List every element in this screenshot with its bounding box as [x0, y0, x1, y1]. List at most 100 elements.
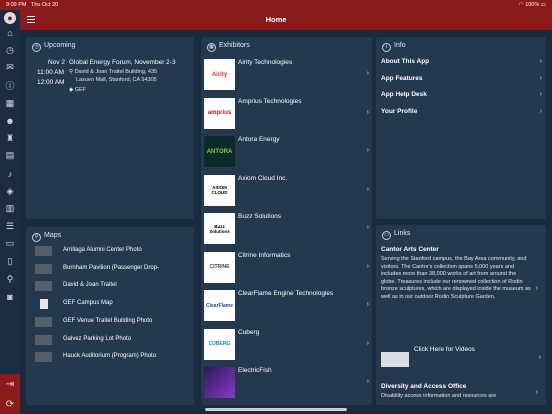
exhibitor-item[interactable]: ClearFlame ClearFlame Engine Technologies… [201, 288, 372, 327]
exhibitor-item[interactable]: AXIOM CLOUD Axiom Cloud Inc. › [201, 173, 372, 212]
map-item[interactable]: Galvez Parking Lot Photo› [32, 332, 194, 350]
exhibitor-logo: CITRINE [204, 251, 235, 283]
info-item-help[interactable]: App Help Desk › [376, 88, 546, 105]
exhibitor-icon: ▦ [207, 43, 216, 52]
upcoming-card: ◷ Upcoming Nov 2 Global Energy Forum, Nov… [26, 37, 194, 219]
map-thumbnail [35, 316, 52, 327]
chevron-right-icon: › [366, 70, 369, 77]
map-thumbnail [35, 334, 52, 345]
exhibitor-item[interactable]: CITRINE Citrine Informatics › [201, 250, 372, 289]
exhibitor-item[interactable]: Airity Airity Technologies › [201, 57, 372, 96]
chevron-right-icon: › [535, 389, 538, 396]
chat-icon[interactable]: ▭ [0, 235, 20, 253]
document-icon[interactable]: ▯ [0, 253, 20, 271]
upcoming-end-time: 12:00 AM [37, 79, 65, 86]
exhibitor-logo: Airity [204, 59, 235, 90]
videos-label: Click Here for Videos [414, 346, 475, 353]
exhibitor-logo [204, 367, 235, 398]
cantor-description: Serving the Stanford campus, the Bay Are… [381, 256, 531, 300]
refresh-icon[interactable]: ⟳ [0, 394, 20, 414]
exhibitor-item[interactable]: ElectricFish › [201, 365, 372, 404]
upcoming-location: ⚲ David & Joan Traitel Building, 435 [69, 69, 158, 75]
people-icon[interactable]: ☻ [0, 112, 20, 130]
maps-card: ⚲Maps Arrillaga Alumni Center Photo› Bur… [26, 227, 194, 405]
map-item[interactable]: GEF Campus Map› [32, 296, 194, 314]
exhibitor-item[interactable]: Buzz Solutions Buzz Solutions › [201, 211, 372, 250]
chevron-right-icon: › [539, 58, 542, 65]
status-time: 9:09 PM [6, 2, 27, 8]
info-icon: i [382, 43, 391, 52]
camera-icon[interactable]: ◙ [0, 288, 20, 306]
diamond-icon[interactable]: ◈ [0, 182, 20, 200]
chevron-right-icon: › [366, 108, 369, 116]
videos-link[interactable]: Click Here for Videos › [376, 343, 546, 371]
link-icon: ▭ [382, 231, 391, 240]
status-battery: ◠ 100% ▭ [519, 2, 546, 8]
info-title: i Info [382, 42, 406, 52]
video-thumbnail [381, 352, 409, 367]
cantor-title[interactable]: Cantor Arts Center [381, 246, 439, 253]
chevron-right-icon: › [366, 185, 369, 193]
calendar-icon[interactable]: ▦ [0, 94, 20, 112]
sidebar: ● ⌂ ◷ ✉ ⓘ ▦ ☻ ♜ ▤ ♪ ◈ ▥ ☰ ▭ ▯ ⚲ ◙ ⇥ ⟳ [0, 10, 20, 414]
mail-icon[interactable]: ✉ [0, 59, 20, 77]
chevron-right-icon: › [539, 107, 542, 115]
home-indicator [205, 408, 347, 411]
chevron-right-icon: › [366, 262, 369, 270]
status-date: Thu Oct 20 [31, 2, 59, 8]
clock-icon: ◷ [32, 43, 41, 52]
diversity-title[interactable]: Diversity and Access Office [381, 383, 466, 390]
exhibitor-logo: CUBERG [204, 328, 235, 360]
chevron-right-icon: › [366, 378, 369, 385]
map-thumbnail [40, 299, 48, 310]
microphone-icon[interactable]: ♪ [0, 165, 20, 183]
map-item[interactable]: Hauck Auditorium (Program) Photo› [32, 349, 194, 367]
map-thumbnail [35, 246, 52, 256]
briefcase-icon[interactable]: ▤ [0, 147, 20, 165]
map-item[interactable]: Burnham Pavilion (Passenger Drop-› [32, 261, 194, 279]
building-icon[interactable]: ▥ [0, 200, 20, 218]
info-item-profile[interactable]: Your Profile › [376, 105, 546, 122]
exhibitor-item[interactable]: ANTORA Antora Energy › [201, 134, 372, 173]
battery-percent: 100% [525, 2, 540, 8]
upcoming-date: Nov 2 [48, 59, 65, 66]
exhibitors-title: ▦ Exhibitors [207, 42, 250, 52]
exhibitor-logo: ClearFlame [204, 290, 235, 321]
wifi-icon: ◠ [518, 2, 524, 8]
map-item[interactable]: David & Joan Traitel› [32, 278, 194, 296]
map-thumbnail [35, 281, 52, 292]
info-item-features[interactable]: App Features › [376, 72, 546, 89]
maps-title: ⚲ Maps [32, 232, 61, 242]
upcoming-tag: ◆ GEF [69, 87, 87, 93]
exhibitor-icon[interactable]: ♜ [0, 130, 20, 148]
exhibitors-card: ▦ Exhibitors Airity Airity Technologies › a… [201, 37, 372, 405]
location-pin-icon: ⚲ [69, 69, 74, 75]
map-pin-icon[interactable]: ⚲ [0, 270, 20, 288]
info-icon[interactable]: ⓘ [0, 77, 20, 95]
exhibitor-item[interactable]: CUBERG Cuberg › [201, 327, 372, 366]
exhibitor-item[interactable]: amprius Amprius Technologies › [201, 96, 372, 135]
exhibitor-logo: Buzz Solutions [204, 213, 235, 244]
chevron-right-icon: › [539, 74, 542, 82]
battery-icon: ▭ [540, 2, 546, 8]
map-pin-icon: ⚲ [32, 233, 41, 242]
map-thumbnail [35, 352, 52, 363]
tag-icon: ◆ [69, 87, 74, 93]
links-card: ▭ Links Cantor Arts Center Serving the St… [376, 225, 546, 405]
chevron-right-icon: › [366, 339, 369, 347]
clock-icon[interactable]: ◷ [0, 42, 20, 60]
status-bar: 9:09 PM Thu Oct 20 ◠ 100% ▭ [0, 0, 552, 10]
exhibitor-logo: AXIOM CLOUD [204, 174, 235, 206]
user-avatar-icon[interactable]: ● [4, 12, 16, 24]
chevron-right-icon: › [539, 91, 542, 98]
sidebar-bottom: ⇥ ⟳ [0, 374, 20, 414]
home-icon[interactable]: ⌂ [0, 24, 20, 42]
list-icon[interactable]: ☰ [0, 218, 20, 236]
upcoming-event-title[interactable]: Global Energy Forum, November 2-3 [69, 59, 176, 66]
info-item-about[interactable]: About This App › [376, 55, 546, 72]
map-item[interactable]: GEF Venue Traitel Building Photo› [32, 314, 194, 332]
logout-icon[interactable]: ⇥ [0, 374, 20, 394]
map-item[interactable]: Arrillaga Alumni Center Photo› [32, 243, 194, 261]
upcoming-location-2: Lasuen Mall, Stanford, CA 94305 [76, 77, 157, 83]
chevron-right-icon: › [366, 301, 369, 308]
